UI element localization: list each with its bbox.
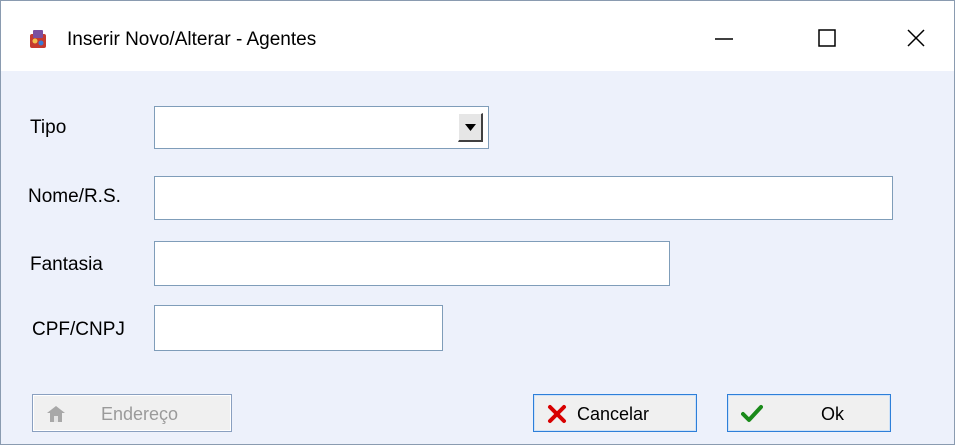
ok-button[interactable]: Ok	[727, 394, 891, 432]
cpf-cnpj-label: CPF/CNPJ	[32, 319, 125, 340]
endereco-label: Endereço	[101, 404, 179, 424]
ok-label: Ok	[821, 404, 845, 424]
cancelar-button[interactable]: Cancelar	[533, 394, 697, 432]
tipo-dropdown-button[interactable]	[458, 113, 483, 142]
tipo-label: Tipo	[30, 117, 67, 138]
maximize-button[interactable]	[804, 19, 850, 59]
close-icon	[907, 29, 925, 47]
cancelar-label: Cancelar	[577, 404, 650, 424]
nome-input[interactable]	[154, 176, 893, 220]
dialog-window: Inserir Novo/Alterar - Agentes Tipo Nome…	[0, 0, 955, 445]
close-button[interactable]	[893, 19, 939, 59]
x-icon	[548, 405, 566, 423]
chevron-down-icon	[465, 124, 476, 131]
tipo-select[interactable]	[154, 106, 489, 149]
maximize-icon	[818, 29, 836, 47]
minimize-button[interactable]	[701, 19, 747, 59]
checkmark-icon	[741, 405, 763, 422]
fantasia-input[interactable]	[154, 241, 670, 286]
endereco-button[interactable]: Endereço	[32, 394, 232, 432]
cpf-cnpj-input[interactable]	[154, 305, 443, 351]
home-icon	[47, 406, 65, 422]
fantasia-label: Fantasia	[30, 254, 103, 275]
title-bar[interactable]: Inserir Novo/Alterar - Agentes	[1, 1, 954, 71]
window-title: Inserir Novo/Alterar - Agentes	[67, 29, 317, 50]
minimize-icon	[715, 38, 733, 40]
app-icon	[30, 30, 46, 48]
nome-label: Nome/R.S.	[28, 186, 121, 207]
